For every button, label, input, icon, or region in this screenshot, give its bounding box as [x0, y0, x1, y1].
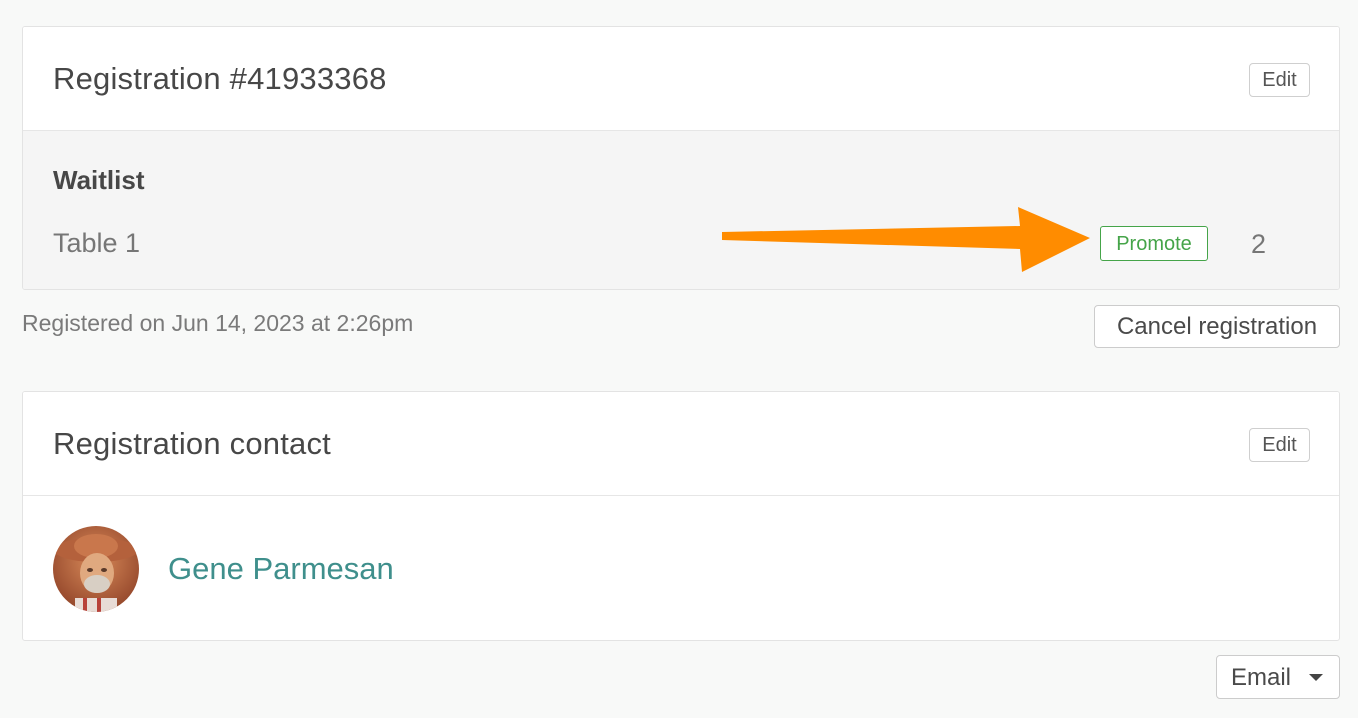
contact-card-header: Registration contact Edit — [23, 392, 1339, 496]
avatar[interactable] — [53, 526, 139, 612]
avatar-photo — [53, 526, 139, 612]
contact-body: Gene Parmesan — [23, 496, 1339, 640]
cancel-registration-button[interactable]: Cancel registration — [1094, 305, 1340, 348]
promote-button[interactable]: Promote — [1100, 226, 1208, 261]
email-label: Email — [1231, 663, 1292, 691]
email-dropdown-button[interactable]: Email — [1216, 655, 1340, 699]
waitlist-section: Waitlist Table 1 Promote 2 — [23, 131, 1339, 289]
edit-registration-button[interactable]: Edit — [1249, 63, 1310, 97]
caret-down-icon — [1309, 674, 1323, 681]
edit-contact-button[interactable]: Edit — [1249, 428, 1310, 462]
registration-card-header: Registration #41933368 Edit — [23, 27, 1339, 131]
registered-on-text: Registered on Jun 14, 2023 at 2:26pm — [22, 310, 414, 336]
waitlist-heading: Waitlist — [53, 165, 145, 195]
waitlist-table-label: Table 1 — [53, 228, 141, 258]
registration-contact-card: Registration contact Edit Gene Parmesan — [22, 391, 1340, 641]
registration-title: Registration #41933368 — [53, 60, 387, 96]
waitlist-count: 2 — [1251, 229, 1267, 259]
contact-title: Registration contact — [53, 425, 331, 461]
registration-card: Registration #41933368 Edit Waitlist Tab… — [22, 26, 1340, 290]
contact-name-link[interactable]: Gene Parmesan — [168, 551, 394, 587]
